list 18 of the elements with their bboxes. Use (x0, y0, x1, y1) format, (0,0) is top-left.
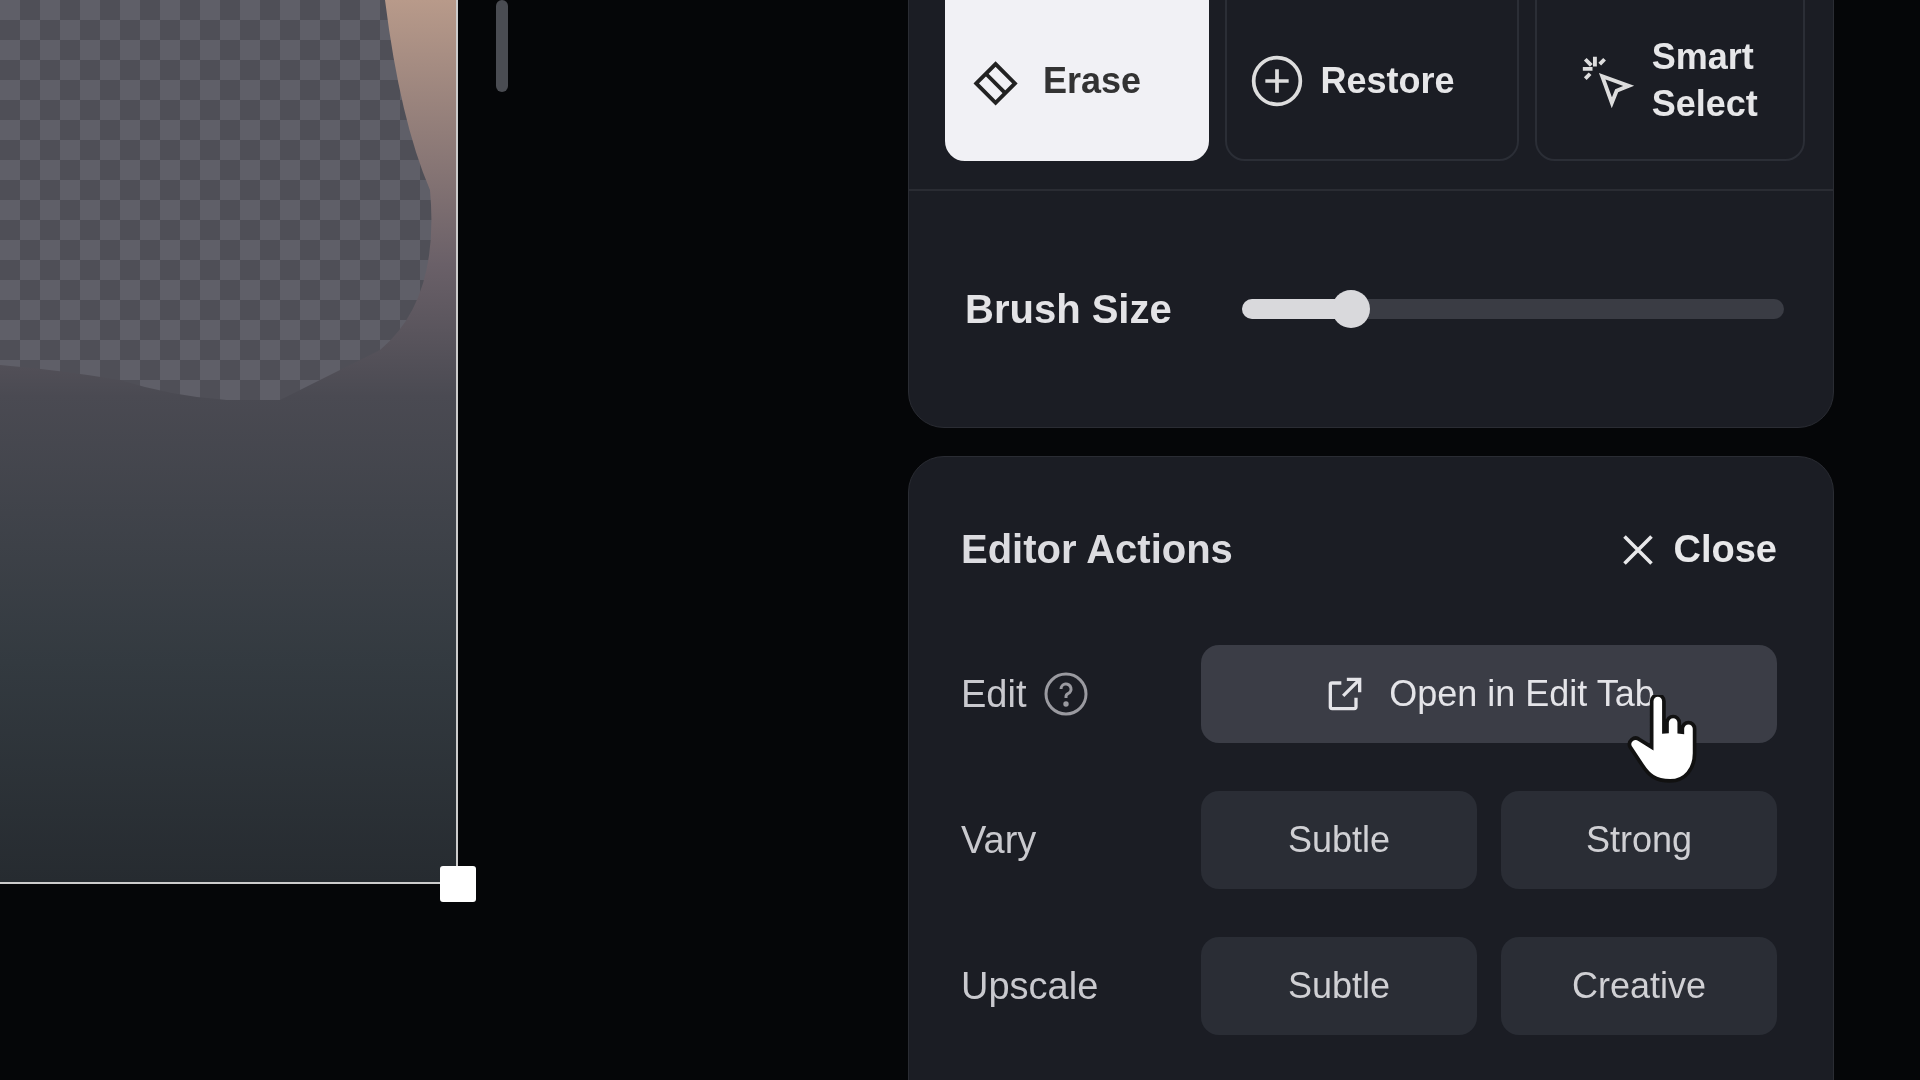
action-button[interactable]: Subtle (1201, 937, 1477, 1035)
action-button[interactable]: Subtle (1201, 791, 1477, 889)
panel-title: Editor Actions (961, 527, 1233, 572)
slider-thumb[interactable] (1332, 290, 1371, 328)
close-button[interactable]: Close (1619, 524, 1777, 575)
row-label: Edit (961, 672, 1027, 716)
row-label: Upscale (961, 964, 1099, 1008)
brush-size-label: Brush Size (965, 286, 1172, 332)
scrollbar[interactable] (496, 0, 508, 92)
brush-size-slider[interactable] (1241, 290, 1784, 328)
erase-tool-button[interactable]: Erase (945, 0, 1209, 161)
row-label: Vary (961, 818, 1037, 862)
restore-tool-button[interactable]: Restore (1224, 0, 1519, 161)
resize-handle[interactable] (440, 866, 476, 902)
action-button[interactable]: Creative (1501, 937, 1777, 1035)
action-button[interactable]: Strong (1501, 791, 1777, 889)
smart-tool-button[interactable]: Smart Select (1534, 0, 1805, 161)
open-in-tab-button[interactable]: Open in Edit Tab (1201, 645, 1777, 743)
